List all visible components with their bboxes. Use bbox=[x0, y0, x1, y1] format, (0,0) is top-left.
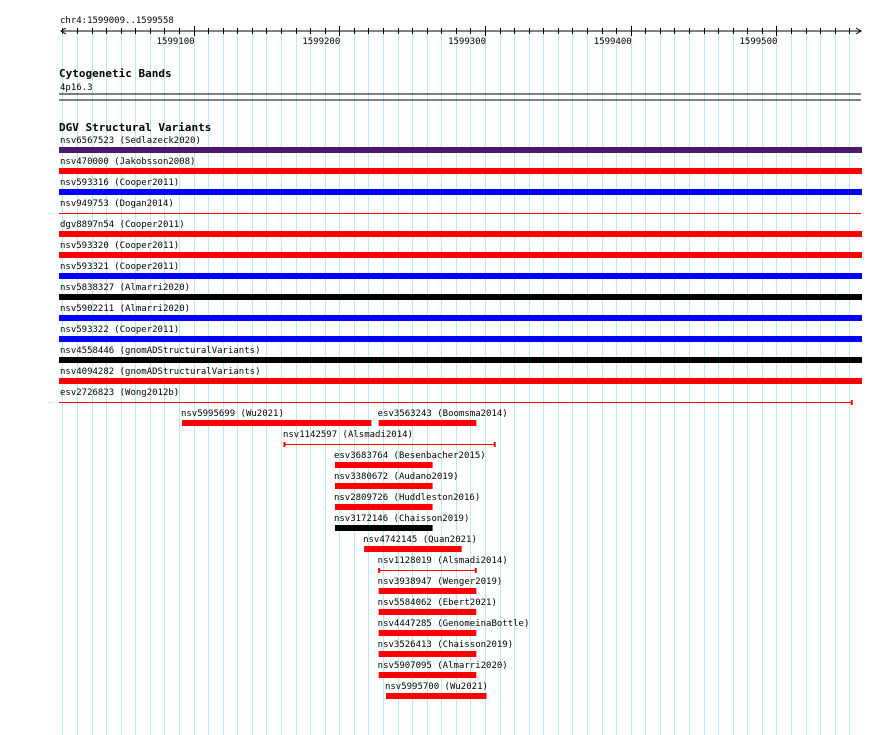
sv-feature-label: nsv6567523 (Sedlazeck2020) bbox=[60, 136, 201, 146]
sv-feature-bar[interactable] bbox=[59, 231, 862, 237]
sv-feature-label: nsv3938947 (Wenger2019) bbox=[378, 577, 503, 587]
sv-feature-label: nsv5838327 (Almarri2020) bbox=[60, 283, 190, 293]
sv-feature-label: nsv5584062 (Ebert2021) bbox=[378, 598, 497, 608]
sv-feature-label: nsv2809726 (Huddleston2016) bbox=[334, 493, 480, 503]
sv-feature-bar[interactable] bbox=[378, 630, 477, 636]
tick-label: 1599400 bbox=[594, 37, 632, 47]
sv-feature-label: nsv470000 (Jakobsson2008) bbox=[60, 157, 195, 167]
sv-feature-label: nsv3172146 (Chaisson2019) bbox=[334, 514, 469, 524]
sv-feature-bar[interactable] bbox=[334, 483, 433, 489]
cytoband-track-title: Cytogenetic Bands bbox=[59, 67, 172, 80]
genome-browser-view[interactable]: chr4:1599009..1599558 1599100 1599200 1599… bbox=[0, 0, 890, 735]
sv-feature[interactable]: nsv5995700 (Wu2021) bbox=[385, 682, 488, 699]
sv-feature-bar[interactable] bbox=[59, 378, 862, 384]
sv-feature-label: nsv4447285 (GenomeinaBottle) bbox=[378, 619, 530, 629]
sv-feature-bar[interactable] bbox=[334, 504, 433, 510]
sv-feature-bar[interactable] bbox=[364, 546, 462, 552]
sv-feature-label: nsv593321 (Cooper2011) bbox=[60, 262, 179, 272]
sv-feature-bar[interactable] bbox=[59, 336, 862, 342]
sv-feature-label: nsv593316 (Cooper2011) bbox=[60, 178, 179, 188]
sv-feature-bar[interactable] bbox=[378, 651, 477, 657]
sv-feature-label: esv3683764 (Besenbacher2015) bbox=[334, 451, 486, 461]
sv-feature-label: nsv3526413 (Chaisson2019) bbox=[378, 640, 513, 650]
sv-feature-bar[interactable] bbox=[378, 420, 477, 426]
sv-feature-label: dgv8897n54 (Cooper2011) bbox=[60, 220, 185, 230]
sv-feature[interactable]: nsv4742145 (Quan2021) bbox=[363, 535, 477, 552]
sv-feature-label: nsv949753 (Dogan2014) bbox=[60, 199, 174, 209]
sv-feature-bar[interactable] bbox=[59, 189, 862, 195]
sv-feature-label: esv3563243 (Boomsma2014) bbox=[378, 409, 508, 419]
sv-feature-bar[interactable] bbox=[378, 609, 477, 615]
cytoband-label: 4p16.3 bbox=[60, 83, 93, 93]
sv-feature-label: nsv593320 (Cooper2011) bbox=[60, 241, 179, 251]
dgv-track-title: DGV Structural Variants bbox=[59, 121, 211, 134]
sv-feature-bar[interactable] bbox=[378, 672, 477, 678]
sv-feature-bar[interactable] bbox=[59, 294, 862, 300]
tick-label: 1599200 bbox=[302, 37, 340, 47]
sv-feature-label: nsv4742145 (Quan2021) bbox=[363, 535, 477, 545]
sv-feature-bar[interactable] bbox=[59, 315, 862, 321]
sv-feature-bar[interactable] bbox=[59, 252, 862, 258]
sv-feature-bar[interactable] bbox=[334, 525, 433, 531]
tick-label: 1599500 bbox=[740, 37, 778, 47]
sv-feature-bar[interactable] bbox=[181, 420, 372, 426]
sv-feature-label: nsv5995699 (Wu2021) bbox=[181, 409, 284, 419]
sv-feature-label: nsv3380672 (Audano2019) bbox=[334, 472, 459, 482]
sv-feature-label: nsv1142597 (Alsmadi2014) bbox=[283, 430, 413, 440]
sv-feature-label: nsv4558446 (gnomADStructuralVariants) bbox=[60, 346, 260, 356]
sv-feature-bar[interactable] bbox=[378, 588, 477, 594]
tick-label: 1599100 bbox=[157, 37, 195, 47]
sv-feature-bar[interactable] bbox=[59, 168, 862, 174]
sv-feature-label: nsv5902211 (Almarri2020) bbox=[60, 304, 190, 314]
region-label: chr4:1599009..1599558 bbox=[60, 16, 174, 26]
sv-feature-bar[interactable] bbox=[59, 273, 862, 279]
sv-feature-bar[interactable] bbox=[334, 462, 433, 468]
tick-label: 1599300 bbox=[448, 37, 486, 47]
sv-feature-label: nsv5995700 (Wu2021) bbox=[385, 682, 488, 692]
sv-feature-label: nsv5907095 (Almarri2020) bbox=[378, 661, 508, 671]
sv-feature-label: nsv1128019 (Alsmadi2014) bbox=[378, 556, 508, 566]
sv-feature-bar[interactable] bbox=[59, 357, 862, 363]
sv-feature-bar[interactable] bbox=[385, 693, 487, 699]
sv-feature-bar[interactable] bbox=[59, 147, 862, 153]
sv-feature-label: esv2726823 (Wong2012b) bbox=[60, 388, 179, 398]
sv-feature-label: nsv4094282 (gnomADStructuralVariants) bbox=[60, 367, 260, 377]
sv-feature-label: nsv593322 (Cooper2011) bbox=[60, 325, 179, 335]
